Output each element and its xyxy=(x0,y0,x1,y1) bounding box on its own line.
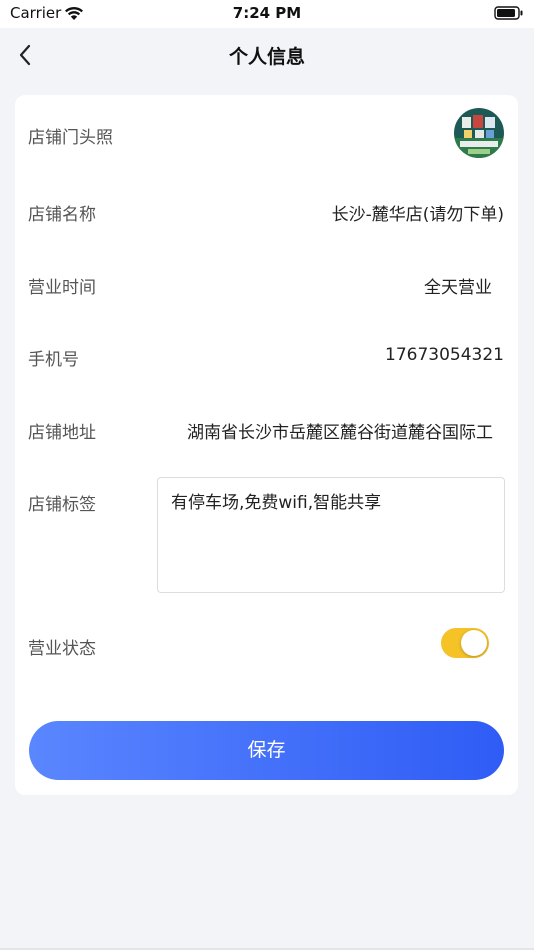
battery-icon xyxy=(494,6,523,20)
business-hours-row[interactable]: 营业时间 全天营业 xyxy=(15,263,518,303)
status-time: 7:24 PM xyxy=(232,4,302,22)
address-value[interactable]: 湖南省长沙市岳麓区麓谷街道麓谷国际工 xyxy=(187,418,493,443)
tags-label: 店铺标签 xyxy=(28,495,96,515)
business-hours-label: 营业时间 xyxy=(28,278,96,298)
phone-value[interactable]: 17673054321 xyxy=(385,345,504,365)
store-name-row[interactable]: 店铺名称 长沙-麓华店(请勿下单) xyxy=(15,190,518,230)
business-status-label: 营业状态 xyxy=(28,639,96,659)
status-bar: Carrier 7:24 PM xyxy=(0,0,534,28)
tags-textarea[interactable]: 有停车场,免费wifi,智能共享 xyxy=(157,477,505,593)
business-status-toggle[interactable] xyxy=(441,628,489,658)
phone-label: 手机号 xyxy=(28,350,79,370)
store-name-label: 店铺名称 xyxy=(28,205,96,225)
save-button[interactable]: 保存 xyxy=(29,721,504,780)
storefront-photo-label: 店铺门头照 xyxy=(28,128,113,148)
address-label: 店铺地址 xyxy=(28,423,96,443)
phone-row[interactable]: 手机号 17673054321 xyxy=(15,335,518,375)
store-name-value[interactable]: 长沙-麓华店(请勿下单) xyxy=(332,200,504,225)
business-hours-value[interactable]: 全天营业 xyxy=(424,273,492,298)
page-title: 个人信息 xyxy=(228,46,305,68)
storefront-photo-row[interactable]: 店铺门头照 xyxy=(15,108,518,183)
nav-bar: 个人信息 xyxy=(0,28,534,84)
storefront-photo[interactable] xyxy=(454,108,504,158)
toggle-knob xyxy=(461,630,487,656)
profile-form-card: 店铺门头照 店铺名称 长沙-麓华店(请勿下单) 营业时间 全天营业 手机号 17… xyxy=(15,95,518,795)
address-row[interactable]: 店铺地址 湖南省长沙市岳麓区麓谷街道麓谷国际工 xyxy=(15,408,518,448)
